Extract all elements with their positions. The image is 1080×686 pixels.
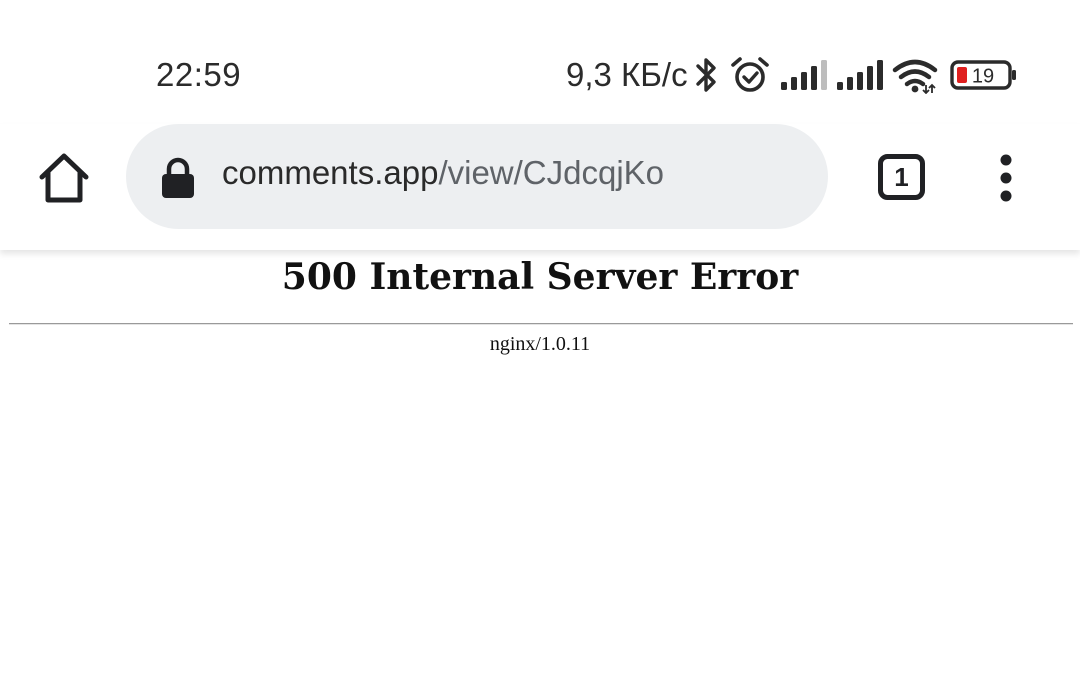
more-vert-icon[interactable] (990, 154, 1022, 202)
lock-icon[interactable] (158, 156, 198, 200)
tab-switcher-icon[interactable]: 1 (878, 154, 925, 200)
alarm-icon (731, 57, 769, 92)
page-content: 500 Internal Server Error nginx/1.0.11 (0, 250, 1080, 686)
battery-icon: 19 (950, 60, 1016, 90)
clock: 22:59 (156, 56, 242, 93)
network-speed: 9,3 КБ/с (566, 56, 688, 93)
divider (9, 323, 1073, 325)
status-bar: 22:59 9,3 КБ/с 19 (0, 0, 1080, 124)
url-path: /view/CJdcqjKo (438, 154, 665, 191)
signal-2-icon (837, 60, 883, 90)
page-title: 500 Internal Server Error (281, 256, 799, 298)
address-bar[interactable]: comments.app/view/CJdcqjKo (126, 124, 828, 229)
battery-level: 19 (972, 66, 994, 88)
url-host: comments.app (222, 154, 439, 191)
wifi-icon (892, 59, 938, 94)
browser-toolbar: comments.app/view/CJdcqjKo 1 (0, 124, 1080, 250)
bluetooth-icon (696, 58, 716, 92)
tab-count: 1 (894, 162, 908, 192)
signal-1-icon (781, 60, 827, 90)
home-icon[interactable] (36, 150, 92, 206)
url-text[interactable]: comments.app/view/CJdcqjKo (222, 154, 664, 192)
server-signature: nginx/1.0.11 (489, 333, 591, 355)
